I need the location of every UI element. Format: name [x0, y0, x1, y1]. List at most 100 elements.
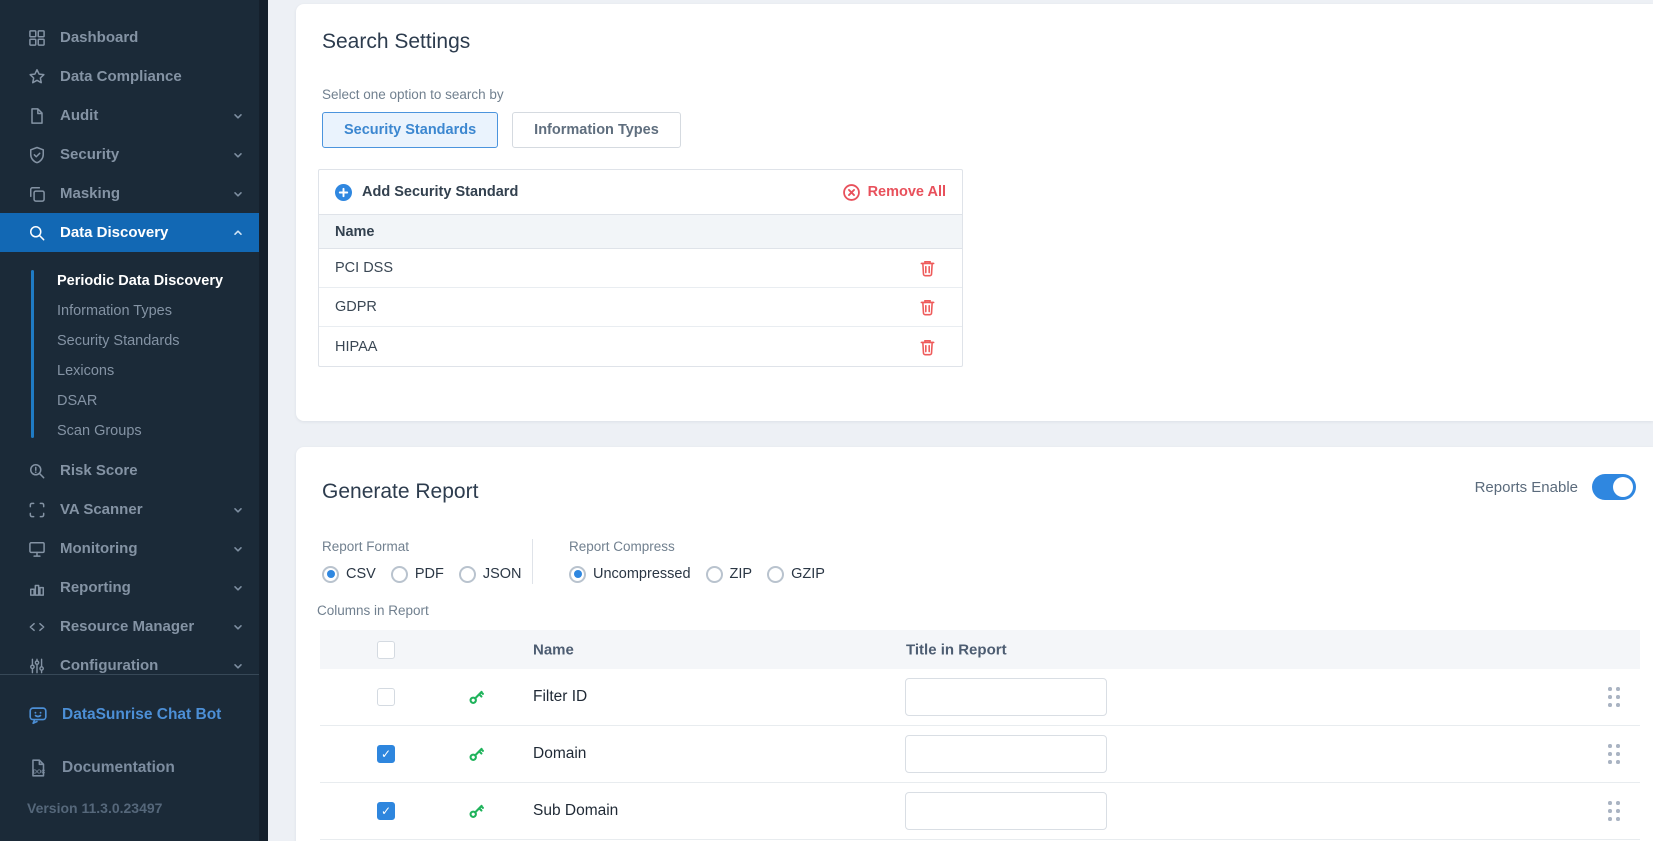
search-by-toggle-group: Security Standards Information Types: [322, 112, 681, 148]
sidebar-item-audit[interactable]: Audit: [0, 96, 268, 135]
file-icon: [31, 107, 43, 124]
radio-label: ZIP: [729, 566, 753, 582]
sidebar-subitem-lexicons[interactable]: Lexicons: [0, 356, 268, 386]
column-row-filter-id: Filter ID: [320, 669, 1640, 726]
column-name: Filter ID: [533, 688, 588, 705]
key-icon: [467, 802, 486, 821]
radio-icon: [322, 565, 339, 583]
report-compress-radios: Uncompressed ZIP GZIP: [569, 564, 825, 584]
chevron-down-icon: [234, 507, 242, 513]
remove-all-label: Remove All: [867, 184, 946, 200]
sidebar-divider: [0, 674, 259, 675]
chevron-up-icon: [234, 229, 242, 235]
title-in-report-input[interactable]: [905, 678, 1107, 716]
scanner-icon: [29, 502, 45, 517]
sidebar-subitem-dsar[interactable]: DSAR: [0, 386, 268, 416]
shield-check-icon: [30, 146, 44, 163]
title-in-report-input[interactable]: [905, 735, 1107, 773]
radio-pdf[interactable]: PDF: [390, 565, 444, 583]
column-header-name: Name: [533, 641, 574, 658]
sidebar-subitem-security-standards[interactable]: Security Standards: [0, 326, 268, 356]
trash-icon: [920, 299, 935, 316]
sidebar-item-resource-manager[interactable]: Resource Manager: [0, 607, 268, 646]
radio-label: JSON: [482, 566, 522, 582]
sliders-icon: [30, 658, 44, 673]
chevron-down-icon: [234, 624, 242, 630]
radio-csv[interactable]: CSV: [322, 565, 376, 583]
sidebar-item-security[interactable]: Security: [0, 135, 268, 174]
delete-row-button[interactable]: [919, 338, 936, 356]
sidebar-item-label: VA Scanner: [60, 501, 143, 518]
sidebar-item-dashboard[interactable]: Dashboard: [0, 18, 268, 57]
standard-name: HIPAA: [335, 338, 378, 355]
delete-row-button[interactable]: [919, 298, 936, 316]
chevron-down-icon: [234, 585, 242, 591]
radio-icon: [767, 565, 785, 583]
sidebar-item-reporting[interactable]: Reporting: [0, 568, 268, 607]
tab-information-types[interactable]: Information Types: [512, 112, 681, 148]
radio-zip[interactable]: ZIP: [705, 565, 753, 583]
radio-gzip[interactable]: GZIP: [767, 565, 825, 583]
row-checkbox[interactable]: [377, 802, 395, 820]
sidebar-item-va-scanner[interactable]: VA Scanner: [0, 490, 268, 529]
table-toolbar: Add Security Standard Remove All: [319, 170, 962, 214]
row-checkbox[interactable]: [377, 745, 395, 763]
sidebar-item-data-discovery[interactable]: Data Discovery: [0, 213, 268, 252]
radio-json[interactable]: JSON: [458, 565, 522, 583]
chat-bot-label: DataSunrise Chat Bot: [62, 706, 222, 723]
sidebar-item-risk-score[interactable]: Risk Score: [0, 451, 268, 490]
plus-circle-icon: [335, 183, 352, 201]
search-settings-card: Search Settings Select one option to sea…: [296, 4, 1653, 421]
row-checkbox[interactable]: [377, 688, 395, 706]
table-row: GDPR: [319, 288, 962, 327]
select-all-checkbox[interactable]: [377, 640, 395, 659]
tab-security-standards[interactable]: Security Standards: [322, 112, 499, 148]
sidebar-subitem-periodic-data-discovery[interactable]: Periodic Data Discovery: [0, 266, 268, 296]
subitem-label: Security Standards: [57, 333, 180, 349]
radio-icon: [390, 565, 408, 583]
report-options: Report Format CSV PDF JSON Report Compre…: [322, 539, 825, 584]
drag-handle[interactable]: [1608, 744, 1620, 764]
report-format-group: Report Format CSV PDF JSON: [322, 539, 532, 584]
sidebar-scroll-area: Dashboard Data Compliance Audit Security: [0, 0, 268, 675]
sidebar-item-chat-bot[interactable]: DataSunrise Chat Bot: [0, 698, 259, 732]
table-row: PCI DSS: [319, 249, 962, 288]
delete-row-button[interactable]: [919, 259, 936, 277]
remove-all-button[interactable]: Remove All: [842, 183, 946, 201]
trash-icon: [920, 260, 935, 277]
subitem-label: Information Types: [57, 303, 172, 319]
sidebar-item-monitoring[interactable]: Monitoring: [0, 529, 268, 568]
sidebar-item-label: Masking: [60, 185, 121, 202]
sidebar-subitem-information-types[interactable]: Information Types: [0, 296, 268, 326]
radio-uncompressed[interactable]: Uncompressed: [569, 565, 691, 583]
column-row-sub-domain: Sub Domain: [320, 783, 1640, 840]
drag-handle[interactable]: [1608, 687, 1620, 707]
data-discovery-submenu: Periodic Data Discovery Information Type…: [0, 252, 268, 446]
chevron-down-icon: [234, 663, 242, 669]
drag-handle[interactable]: [1608, 801, 1620, 821]
columns-table: Name Title in Report Filter ID Domain: [320, 630, 1640, 840]
documentation-icon: DOC: [32, 759, 45, 777]
sidebar-item-data-compliance[interactable]: Data Compliance: [0, 57, 268, 96]
report-format-radios: CSV PDF JSON: [322, 564, 532, 584]
sidebar-item-configuration[interactable]: Configuration: [0, 646, 268, 675]
sidebar-item-masking[interactable]: Masking: [0, 174, 268, 213]
title-in-report-input[interactable]: [905, 792, 1107, 830]
chevron-down-icon: [234, 113, 242, 119]
sidebar-item-label: Audit: [60, 107, 99, 124]
sidebar-item-documentation[interactable]: DOC Documentation: [0, 751, 259, 785]
add-security-standard-button[interactable]: Add Security Standard: [335, 183, 518, 201]
dashboard-icon: [29, 29, 45, 46]
sidebar-item-label: Data Compliance: [60, 68, 182, 85]
radio-label: CSV: [346, 566, 376, 582]
reports-enable-toggle[interactable]: [1592, 474, 1636, 500]
sidebar-item-label: Dashboard: [60, 29, 139, 46]
sidebar-subitem-scan-groups[interactable]: Scan Groups: [0, 416, 268, 446]
sidebar-item-label: Monitoring: [60, 540, 138, 557]
radio-label: GZIP: [791, 566, 825, 582]
reports-enable-control: Reports Enable: [1475, 474, 1636, 500]
column-header-title: Title in Report: [906, 641, 1007, 658]
search-settings-subtitle: Select one option to search by: [322, 87, 504, 102]
report-format-label: Report Format: [322, 539, 410, 554]
radio-label: Uncompressed: [593, 566, 691, 582]
